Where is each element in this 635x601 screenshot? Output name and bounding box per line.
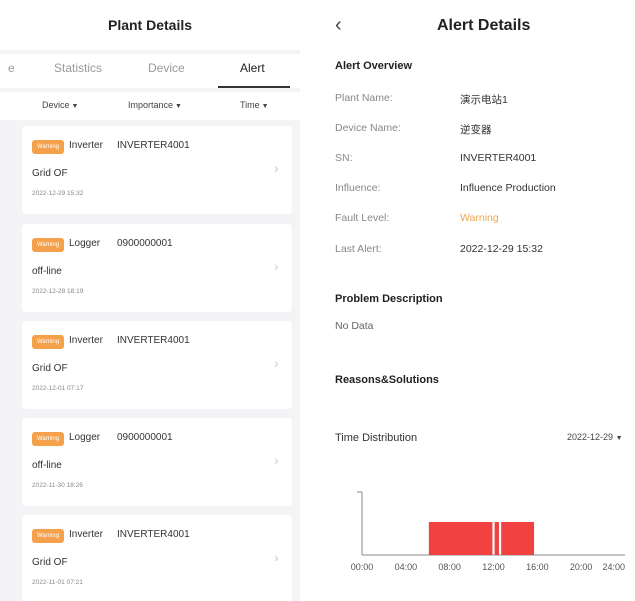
caret-down-icon: ▼ — [175, 103, 182, 110]
filter-device-label: Device — [42, 100, 70, 110]
device-name-label: Device Name: — [335, 122, 401, 134]
x-tick-label: 24:00 — [602, 562, 625, 572]
device-type: Inverter — [69, 335, 103, 346]
chevron-right-icon: › — [274, 160, 279, 176]
alert-time: 2022-12-28 18:19 — [32, 288, 84, 295]
device-sn: INVERTER4001 — [117, 140, 190, 151]
influence-label: Influence: — [335, 182, 381, 194]
section-title-overview: Alert Overview — [335, 60, 413, 72]
warning-badge: Warning — [32, 335, 64, 349]
alert-message: off-line — [32, 266, 62, 277]
date-value: 2022-12-29 — [567, 432, 614, 442]
chevron-right-icon: › — [274, 258, 279, 274]
filter-importance-label: Importance — [128, 100, 174, 110]
caret-down-icon: ▼ — [71, 103, 79, 110]
time-distribution-label: Time Distribution — [335, 432, 418, 444]
tab-bar: e Statistics Device Alert — [0, 54, 300, 88]
x-tick-label: 16:00 — [526, 562, 549, 572]
alert-time: 2022-12-29 15:32 — [32, 190, 84, 197]
device-type: Inverter — [69, 529, 103, 540]
device-sn: 0900000001 — [117, 238, 173, 249]
chevron-right-icon: › — [274, 549, 279, 565]
filter-time-label: Time — [240, 100, 260, 110]
tab-alert[interactable]: Alert — [240, 54, 265, 88]
filter-importance[interactable]: Importance ▼ — [128, 100, 182, 110]
warning-badge: Warning — [32, 238, 64, 252]
tab-partial[interactable]: e — [8, 54, 15, 88]
problem-description-value: No Data — [335, 320, 374, 332]
chevron-right-icon: › — [274, 452, 279, 468]
alert-message: Grid OF — [32, 168, 68, 179]
sn-label: SN: — [335, 152, 353, 164]
date-picker[interactable]: 2022-12-29 ▼ — [567, 432, 623, 442]
device-type: Logger — [69, 432, 101, 443]
filter-time[interactable]: Time ▼ — [240, 100, 269, 110]
device-name-value: 逆变器 — [460, 124, 492, 136]
chevron-right-icon: › — [274, 355, 279, 371]
warning-badge: Warning — [32, 529, 64, 543]
alert-time: 2022-11-30 18:26 — [32, 482, 83, 489]
warning-badge: Warning — [32, 432, 64, 446]
x-tick-label: 12:00 — [482, 562, 505, 572]
influence-value: Influence Production — [460, 182, 556, 194]
fault-level-value: Warning — [460, 212, 499, 224]
device-type: Inverter — [69, 140, 103, 151]
filter-bar: Device ▼ Importance ▼ Time ▼ — [0, 92, 300, 120]
active-tab-indicator — [218, 86, 290, 88]
alert-time: 2022-11-01 07:21 — [32, 579, 83, 586]
caret-down-icon: ▼ — [615, 435, 623, 442]
fault-level-label: Fault Level: — [335, 212, 390, 224]
page-title: Plant Details — [0, 0, 300, 50]
alert-card[interactable]: Warning Inverter INVERTER4001 Grid OF 20… — [22, 515, 292, 601]
section-title-reasons: Reasons&Solutions — [335, 374, 439, 386]
alert-card[interactable]: Warning Logger 0900000001 off-line 2022-… — [22, 418, 292, 506]
x-tick-label: 00:00 — [351, 562, 374, 572]
section-title-problem: Problem Description — [335, 293, 443, 305]
page-title: Alert Details — [437, 17, 531, 34]
tab-device[interactable]: Device — [148, 54, 185, 88]
alert-message: Grid OF — [32, 363, 68, 374]
device-sn: INVERTER4001 — [117, 335, 190, 346]
chevron-left-icon[interactable]: ‹ — [335, 14, 342, 37]
x-tick-label: 20:00 — [570, 562, 593, 572]
alert-interval-bar — [501, 522, 535, 555]
x-tick-label: 04:00 — [395, 562, 418, 572]
plant-name-label: Plant Name: — [335, 92, 393, 104]
alert-card[interactable]: Warning Logger 0900000001 off-line 2022-… — [22, 224, 292, 312]
plant-details-panel: Plant Details e Statistics Device Alert … — [0, 0, 300, 601]
filter-device[interactable]: Device ▼ — [42, 100, 78, 110]
alert-interval-bar — [494, 522, 499, 555]
caret-down-icon: ▼ — [261, 103, 269, 110]
alert-message: off-line — [32, 460, 62, 471]
last-alert-label: Last Alert: — [335, 243, 382, 255]
alert-card[interactable]: Warning Inverter INVERTER4001 Grid OF 20… — [22, 126, 292, 214]
x-tick-label: 08:00 — [438, 562, 461, 572]
alert-details-panel: ‹ Alert Details Alert Overview Plant Nam… — [305, 0, 635, 601]
alert-time: 2022-12-01 07:17 — [32, 385, 84, 392]
tab-statistics[interactable]: Statistics — [54, 54, 102, 88]
alert-message: Grid OF — [32, 557, 68, 568]
sn-value: INVERTER4001 — [460, 152, 537, 164]
warning-badge: Warning — [32, 140, 64, 154]
device-type: Logger — [69, 238, 101, 249]
time-distribution-chart: 00:00 04:00 08:00 12:00 16:00 20:00 24:00 — [351, 491, 625, 572]
device-sn: INVERTER4001 — [117, 529, 190, 540]
alert-card[interactable]: Warning Inverter INVERTER4001 Grid OF 20… — [22, 321, 292, 409]
last-alert-value: 2022-12-29 15:32 — [460, 243, 543, 255]
alert-interval-bar — [428, 522, 493, 555]
device-sn: 0900000001 — [117, 432, 173, 443]
plant-name-value: 演示电站1 — [460, 94, 508, 106]
